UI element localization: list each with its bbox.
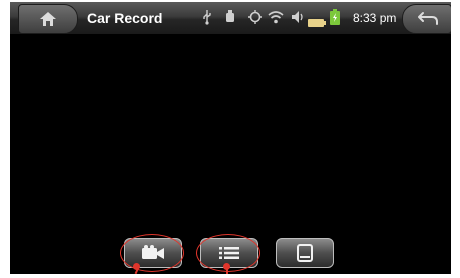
gps-icon (248, 9, 262, 30)
battery-level-icon (308, 14, 326, 32)
volume-icon (290, 9, 306, 30)
page-title: Car Record (87, 10, 163, 26)
callout-pointer-right (226, 267, 228, 274)
home-icon (40, 12, 56, 26)
status-bar: Car Record 8:33 pm (10, 2, 451, 34)
battery-charging-icon (330, 9, 340, 30)
device-screen: Car Record 8:33 pm (10, 2, 451, 274)
usb-icon (202, 9, 212, 30)
back-button[interactable] (402, 4, 451, 34)
record-button-callout (120, 234, 184, 272)
gallery-button[interactable] (276, 238, 334, 268)
clock: 8:33 pm (353, 11, 397, 25)
android-debug-icon (224, 9, 236, 30)
home-button[interactable] (18, 4, 78, 34)
wifi-icon (268, 9, 284, 30)
back-arrow-icon (418, 12, 438, 25)
tablet-icon (297, 244, 313, 262)
